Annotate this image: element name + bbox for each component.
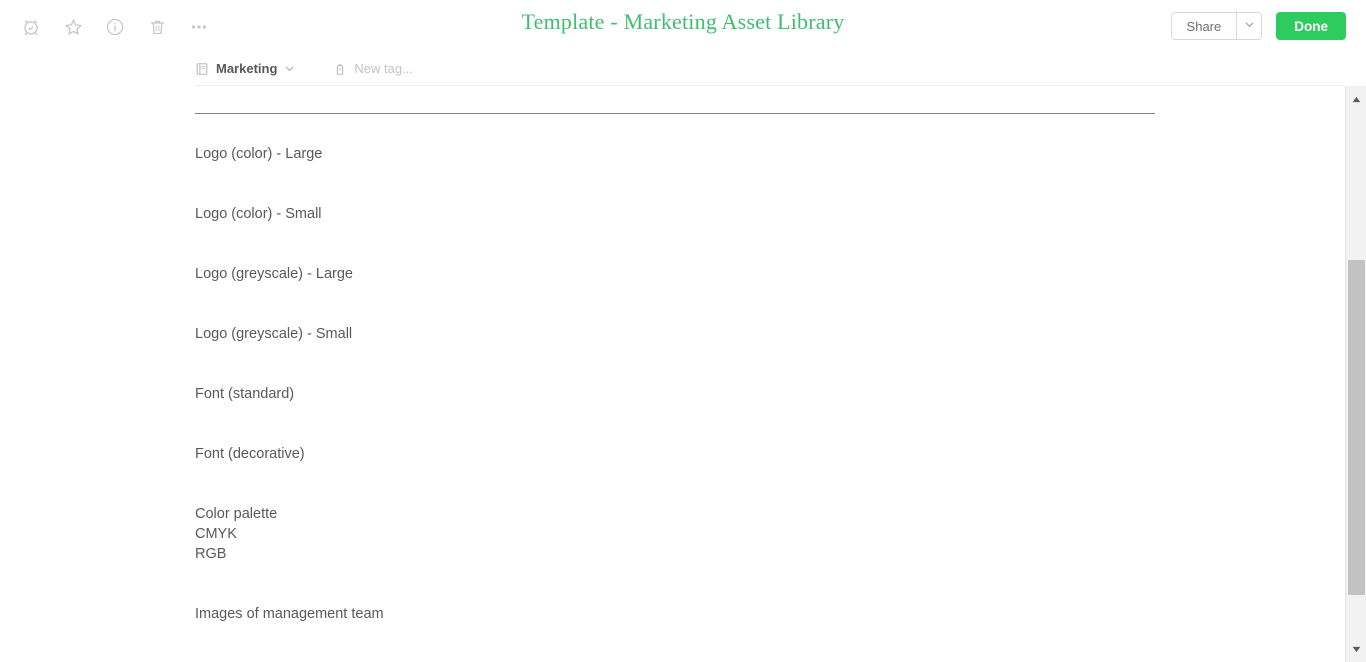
note-line: Font (standard) — [195, 386, 295, 402]
notebook-icon — [195, 62, 209, 76]
new-tag-label: New tag... — [354, 61, 413, 76]
share-button-group: Share — [1170, 12, 1263, 40]
vertical-scrollbar[interactable] — [1345, 86, 1366, 662]
top-toolbar: Template - Marketing Asset Library Share… — [0, 0, 1366, 52]
page-title: Template - Marketing Asset Library — [521, 9, 845, 34]
done-button[interactable]: Done — [1276, 12, 1346, 40]
note-line: Font (decorative) — [195, 446, 305, 462]
chevron-down-icon — [1244, 17, 1255, 35]
note-line: Color palette — [195, 506, 278, 522]
notebook-name: Marketing — [216, 61, 278, 76]
note-line: Logo (color) - Large — [195, 146, 323, 162]
scroll-down-arrow-icon[interactable] — [1346, 640, 1366, 658]
share-dropdown-button[interactable] — [1236, 13, 1262, 39]
scrollbar-thumb[interactable] — [1348, 260, 1365, 595]
note-content[interactable]: Logo (color) - Large Logo (color) - Small… — [195, 144, 1195, 624]
note-line: Logo (color) - Small — [195, 206, 322, 222]
note-line: Images of management team — [195, 606, 384, 622]
add-tag-button[interactable]: New tag... — [333, 61, 413, 76]
note-line: Logo (greyscale) - Small — [195, 326, 353, 342]
note-line: CMYK — [195, 526, 237, 542]
note-line: RGB — [195, 546, 227, 562]
tag-icon — [333, 62, 347, 76]
horizontal-rule — [195, 113, 1155, 114]
chevron-down-icon — [284, 63, 295, 74]
note-editor-body[interactable]: Logo (color) - Large Logo (color) - Small… — [0, 86, 1345, 662]
scroll-up-arrow-icon[interactable] — [1346, 90, 1366, 108]
share-button[interactable]: Share — [1171, 13, 1237, 39]
note-meta-bar: Marketing New tag... — [195, 52, 1345, 86]
notebook-selector[interactable]: Marketing — [195, 61, 295, 76]
note-line: Logo (greyscale) - Large — [195, 266, 353, 282]
topbar-actions: Share Done — [1170, 12, 1346, 40]
